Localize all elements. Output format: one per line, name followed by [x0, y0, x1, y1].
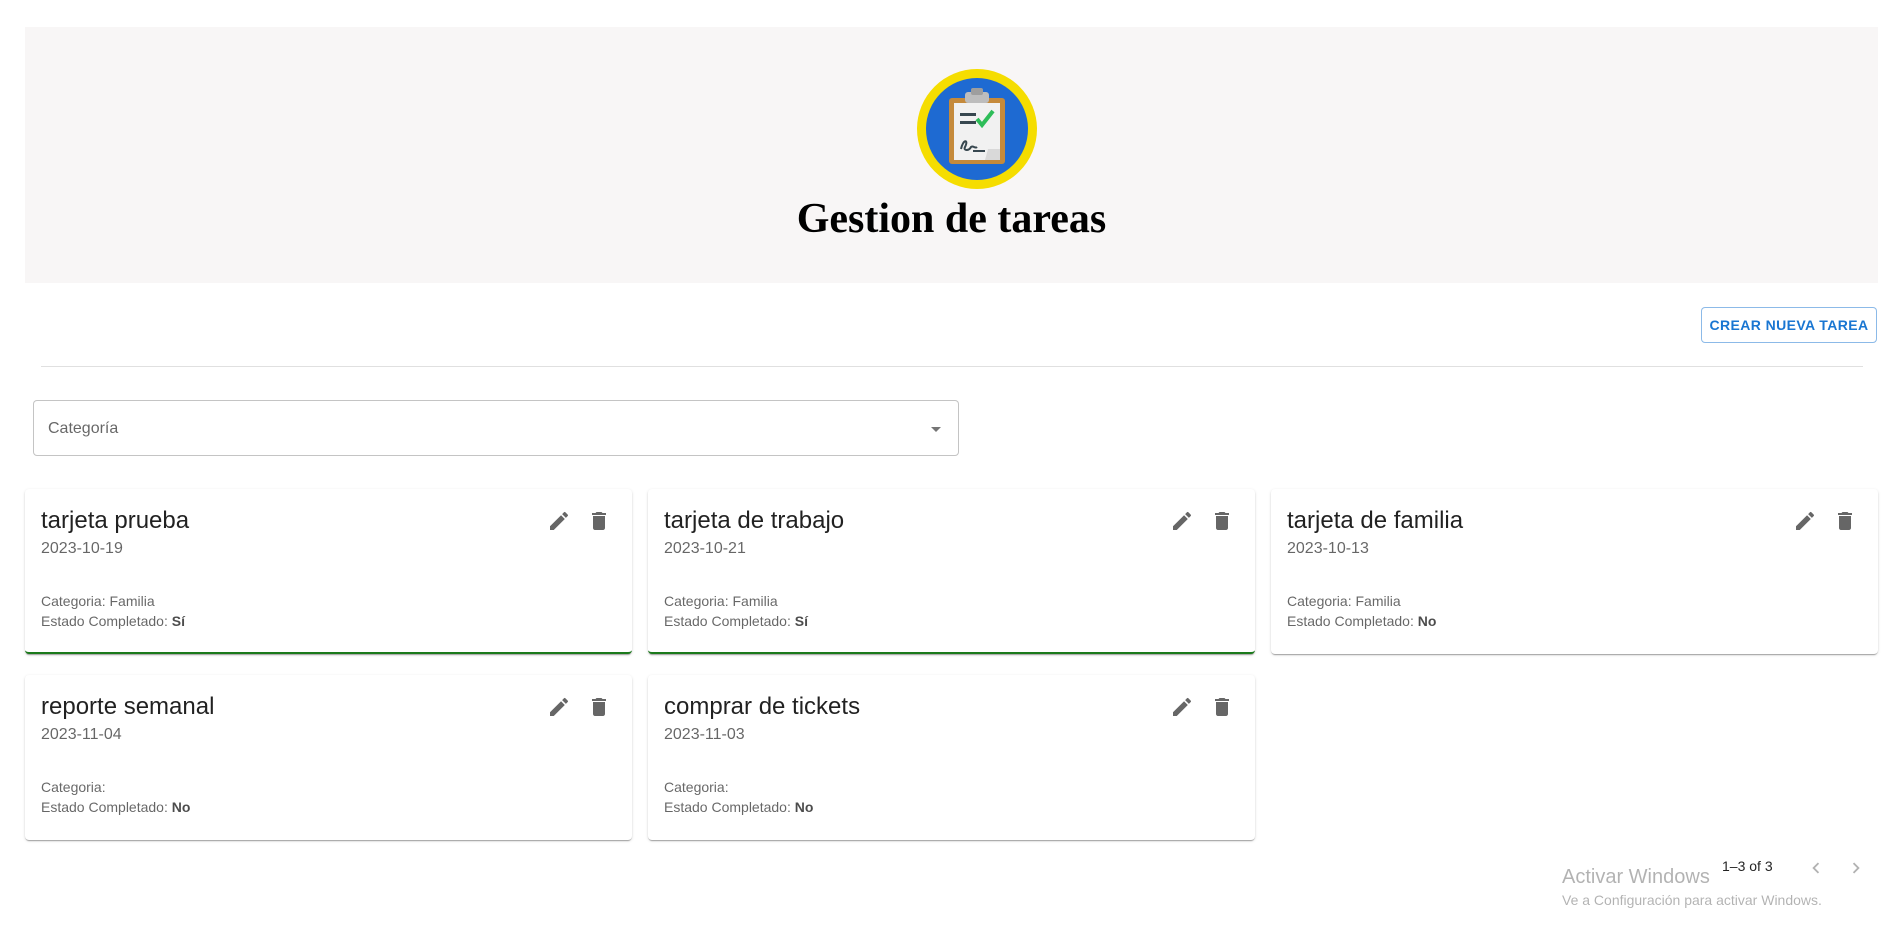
windows-activation-subtitle: Ve a Configuración para activar Windows. — [1562, 892, 1822, 908]
chevron-right-icon — [1852, 862, 1860, 874]
task-category-label: Categoria: — [41, 779, 106, 795]
task-card: tarjeta prueba 2023-10-19 Categoria: Famil… — [25, 489, 632, 654]
arrow-drop-down-icon — [931, 427, 941, 432]
next-page-button[interactable] — [1842, 854, 1870, 882]
task-category: Categoria: Familia — [41, 593, 155, 609]
windows-activation-title: Activar Windows — [1562, 866, 1710, 888]
task-state: Estado Completado: No — [1287, 613, 1436, 629]
edit-task-button[interactable] — [1166, 505, 1198, 537]
edit-task-button[interactable] — [1166, 691, 1198, 723]
task-state: Estado Completado: Sí — [664, 613, 808, 629]
task-date: 2023-10-21 — [664, 540, 746, 557]
task-date: 2023-10-19 — [41, 540, 123, 557]
task-state-value: Sí — [794, 613, 808, 629]
task-category-value: Familia — [732, 593, 778, 609]
delete-task-button[interactable] — [1206, 505, 1238, 537]
create-task-button[interactable]: Crear nueva tarea — [1701, 307, 1877, 343]
task-category: Categoria: — [41, 779, 106, 795]
edit-task-button[interactable] — [543, 505, 575, 537]
task-category: Categoria: — [664, 779, 729, 795]
task-state-label: Estado Completado: — [664, 799, 791, 815]
task-card: reporte semanal 2023-11-04 Categoria: Esta… — [25, 675, 632, 840]
task-state: Estado Completado: No — [664, 799, 813, 815]
task-state-label: Estado Completado: — [664, 613, 791, 629]
trash-icon — [592, 512, 606, 530]
chevron-left-icon — [1812, 862, 1820, 874]
previous-page-button[interactable] — [1802, 854, 1830, 882]
trash-icon — [1215, 698, 1229, 716]
task-state: Estado Completado: Sí — [41, 613, 185, 629]
pencil-icon — [1173, 511, 1192, 530]
category-select-label: Categoría — [48, 420, 119, 437]
divider — [41, 366, 1863, 367]
delete-task-button[interactable] — [583, 505, 615, 537]
page-header: Gestion de tareas — [25, 27, 1878, 283]
task-state-value: No — [171, 799, 191, 815]
task-card: tarjeta de familia 2023-10-13 Categoria: F… — [1271, 489, 1878, 654]
pagination-range: 1–3 of 3 — [1722, 858, 1773, 874]
task-category-label: Categoria: — [1287, 593, 1352, 609]
task-category-value: Familia — [1355, 593, 1401, 609]
category-select[interactable]: Categoría — [33, 400, 959, 456]
task-date: 2023-10-13 — [1287, 540, 1369, 557]
task-date: 2023-11-04 — [41, 726, 122, 743]
delete-task-button[interactable] — [1829, 505, 1861, 537]
task-category-label: Categoria: — [664, 593, 729, 609]
task-state-value: Sí — [171, 613, 185, 629]
task-state-value: No — [794, 799, 814, 815]
delete-task-button[interactable] — [1206, 691, 1238, 723]
trash-icon — [1215, 512, 1229, 530]
edit-task-button[interactable] — [1789, 505, 1821, 537]
trash-icon — [1838, 512, 1852, 530]
pencil-icon — [550, 511, 569, 530]
task-category-label: Categoria: — [664, 779, 729, 795]
task-title: tarjeta prueba — [41, 507, 190, 534]
task-state-label: Estado Completado: — [41, 613, 168, 629]
trash-icon — [592, 698, 606, 716]
task-card: tarjeta de trabajo 2023-10-21 Categoria: F… — [648, 489, 1255, 654]
pencil-icon — [1173, 697, 1192, 716]
task-card: comprar de tickets 2023-11-03 Categoria: E… — [648, 675, 1255, 840]
pencil-icon — [550, 697, 569, 716]
task-state-label: Estado Completado: — [1287, 613, 1414, 629]
task-title: reporte semanal — [41, 693, 215, 720]
task-title: comprar de tickets — [664, 693, 861, 720]
pencil-icon — [1796, 511, 1815, 530]
task-title: tarjeta de trabajo — [664, 507, 845, 534]
task-category-value: Familia — [109, 593, 155, 609]
task-category: Categoria: Familia — [1287, 593, 1401, 609]
task-date: 2023-11-03 — [664, 726, 745, 743]
task-state-value: No — [1417, 613, 1437, 629]
clipboard-checklist-icon — [917, 69, 1037, 189]
page-title: Gestion de tareas — [796, 196, 1107, 242]
task-state: Estado Completado: No — [41, 799, 190, 815]
edit-task-button[interactable] — [543, 691, 575, 723]
task-category: Categoria: Familia — [664, 593, 778, 609]
task-category-label: Categoria: — [41, 593, 106, 609]
task-state-label: Estado Completado: — [41, 799, 168, 815]
delete-task-button[interactable] — [583, 691, 615, 723]
task-title: tarjeta de familia — [1287, 507, 1464, 534]
